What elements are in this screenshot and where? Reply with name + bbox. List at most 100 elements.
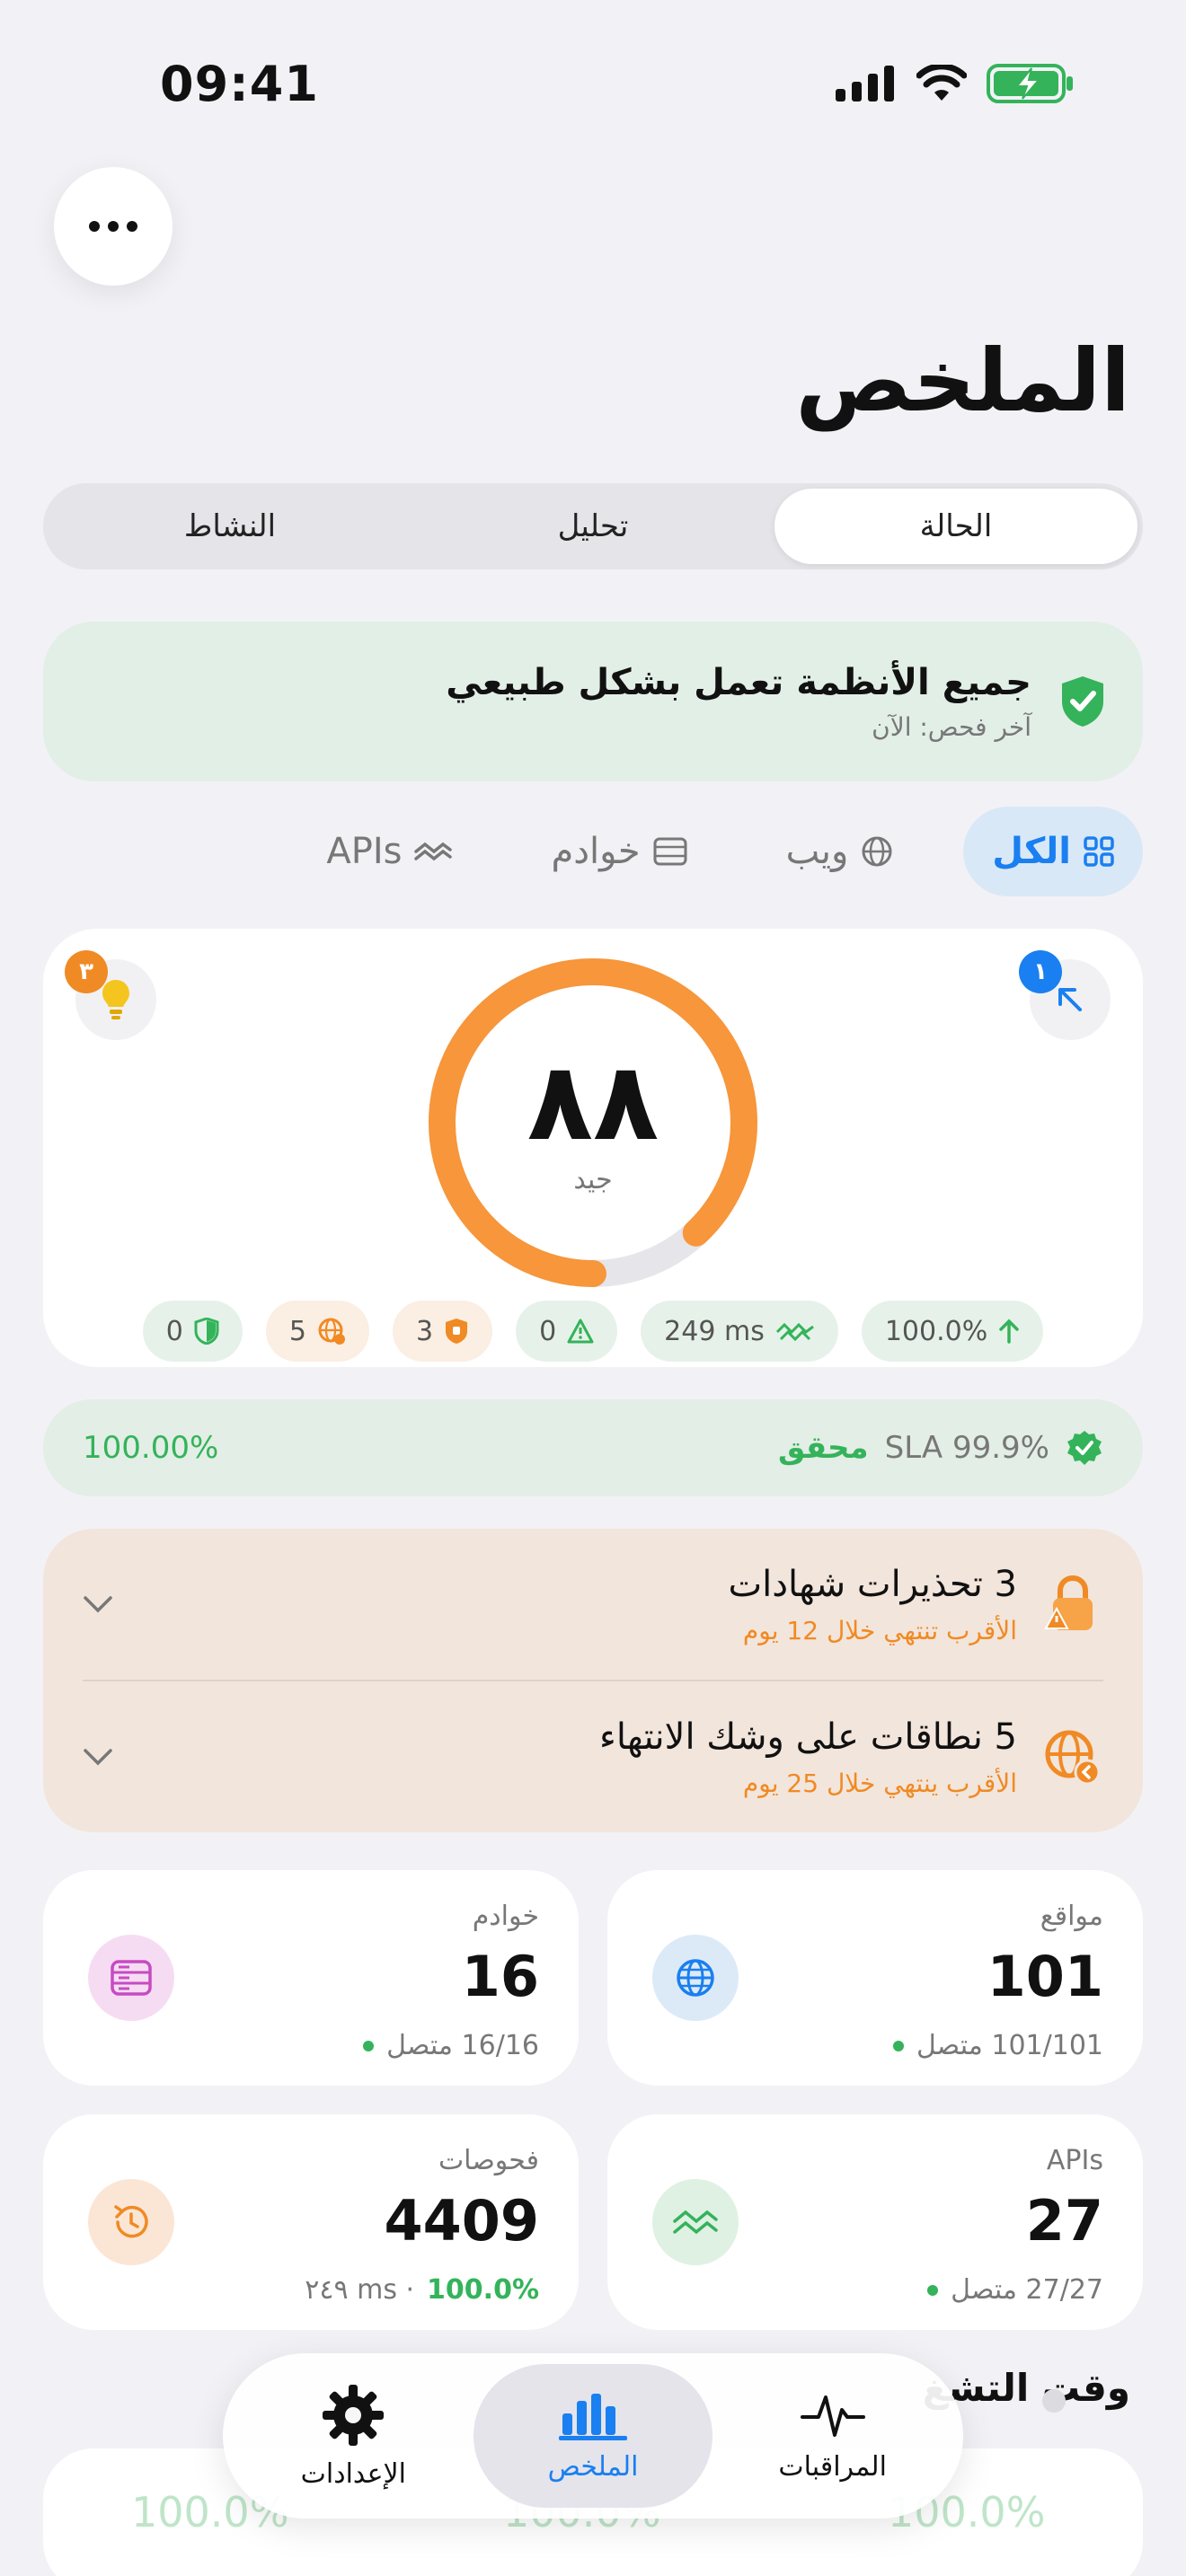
domain-warning-row[interactable]: 5 نطاقات على وشك الانتهاء الأقرب ينتهي خ…: [43, 1681, 1143, 1832]
chip-warnings-value: 0: [539, 1315, 557, 1347]
websites-icon-wrap: [652, 1935, 739, 2021]
arrow-up-left-icon: [1058, 988, 1082, 1011]
chip-uptime[interactable]: 100.0%: [861, 1301, 1044, 1362]
priority-count-badge: ١: [1019, 950, 1062, 993]
chip-response-time[interactable]: 249 ms: [641, 1301, 838, 1362]
segment-analysis[interactable]: تحليل: [412, 489, 774, 564]
domain-warning-subtitle: الأقرب ينتهي خلال 25 يوم: [742, 1768, 1017, 1798]
chip-security[interactable]: 0: [142, 1301, 243, 1362]
wifi-icon: [916, 65, 967, 101]
domain-warning-title: 5 نطاقات على وشك الانتهاء: [599, 1716, 1017, 1758]
tab-monitors[interactable]: المراقبات: [712, 2364, 952, 2508]
certificate-warning-title: 3 تحذيرات شهادات: [728, 1563, 1017, 1605]
servers-label: خوادم: [472, 1901, 539, 1932]
checks-label: فحوصات: [438, 2145, 539, 2176]
verified-badge-icon: [1067, 1431, 1102, 1465]
warning-icon: [567, 1319, 594, 1344]
websites-stat-card[interactable]: مواقع 101 101/101 متصل: [607, 1870, 1143, 2086]
servers-online: 16/16 متصل: [363, 2030, 539, 2061]
apis-online-text: 27/27 متصل: [951, 2274, 1103, 2306]
segment-status[interactable]: الحالة: [774, 489, 1137, 564]
servers-online-text: 16/16 متصل: [386, 2030, 539, 2061]
apis-online: 27/27 متصل: [927, 2274, 1103, 2306]
filter-all[interactable]: الكل: [963, 807, 1143, 896]
bottom-tab-bar: المراقبات الملخص الإعدادات: [223, 2353, 963, 2519]
apis-count: 27: [1025, 2188, 1103, 2254]
status-icons: [836, 63, 1075, 104]
metric-chips: 100.0% 249 ms 0 3 5 0: [0, 1301, 1186, 1362]
server-icon: [111, 1960, 152, 1996]
chip-response-value: 249 ms: [664, 1315, 765, 1347]
more-menu-button[interactable]: [54, 167, 173, 286]
battery-charging-icon: [987, 64, 1073, 103]
checks-count: 4409: [384, 2188, 539, 2254]
signal-icon: [836, 66, 894, 101]
health-score-label: جيد: [573, 1164, 613, 1195]
uptime-indicator-dot: [1042, 2389, 1066, 2413]
banner-title: جميع الأنظمة تعمل بشكل طبيعي: [446, 661, 1031, 703]
filter-apis-label: APIs: [326, 831, 403, 872]
lightbulb-icon: [102, 980, 129, 1019]
apis-stat-card[interactable]: APIs 27 27/27 متصل: [607, 2114, 1143, 2330]
checks-icon-wrap: [88, 2179, 174, 2265]
websites-online: 101/101 متصل: [892, 2030, 1103, 2061]
filter-servers[interactable]: خوادم: [522, 807, 715, 896]
certificate-warning-row[interactable]: 3 تحذيرات شهادات الأقرب تنتهي خلال 12 يو…: [43, 1529, 1143, 1680]
more-dots-icon: [89, 221, 100, 232]
more-dot: [127, 221, 137, 232]
filter-servers-label: خوادم: [551, 831, 641, 872]
bar-chart-icon: [559, 2393, 627, 2440]
chip-security-value: 0: [165, 1315, 183, 1347]
grid-icon: [1084, 836, 1114, 867]
certificate-warning-subtitle: الأقرب تنتهي خلال 12 يوم: [742, 1615, 1017, 1645]
filter-web[interactable]: ويب: [757, 807, 923, 896]
tips-count-badge: ٣: [65, 950, 108, 993]
checks-summary: 100.0% ٢٤٩ ms ·: [305, 2274, 539, 2306]
servers-icon-wrap: [88, 1935, 174, 2021]
checks-avg-time: ٢٤٩ ms ·: [305, 2274, 415, 2306]
online-dot: [927, 2284, 939, 2296]
tab-summary[interactable]: الملخص: [473, 2364, 713, 2508]
filter-apis[interactable]: APIs: [297, 807, 481, 896]
api-wave-icon: [414, 842, 453, 861]
checks-success-rate: 100.0%: [427, 2274, 539, 2306]
chip-domains[interactable]: 5: [265, 1301, 369, 1362]
online-dot: [892, 2040, 904, 2051]
warnings-card: 3 تحذيرات شهادات الأقرب تنتهي خلال 12 يو…: [43, 1529, 1143, 1832]
apis-label: APIs: [1046, 2145, 1103, 2176]
tab-settings-label: الإعدادات: [300, 2457, 407, 2490]
health-score-value: ٨٨: [527, 1040, 659, 1165]
tab-settings[interactable]: الإعدادات: [234, 2364, 474, 2508]
servers-stat-card[interactable]: خوادم 16 16/16 متصل: [43, 1870, 579, 2086]
page-title: الملخص: [795, 331, 1130, 431]
chevron-down-icon: [84, 1596, 112, 1613]
online-dot: [363, 2040, 375, 2051]
status-time: 09:41: [160, 56, 319, 112]
globe-icon: [862, 836, 892, 867]
api-wave-icon: [673, 2210, 718, 2235]
more-dot: [108, 221, 119, 232]
banner-subtitle: آخر فحص: الآن: [872, 711, 1031, 742]
tab-summary-label: الملخص: [547, 2450, 639, 2483]
filter-web-label: ويب: [785, 831, 849, 872]
apis-icon-wrap: [652, 2179, 739, 2265]
websites-label: مواقع: [1040, 1901, 1103, 1932]
checks-stat-card[interactable]: فحوصات 4409 100.0% ٢٤٩ ms ·: [43, 2114, 579, 2330]
chip-uptime-value: 100.0%: [884, 1315, 988, 1347]
sla-status-group: SLA 99.9% محقق: [778, 1429, 1103, 1467]
chevron-down-icon: [84, 1749, 112, 1766]
arrow-up-icon: [999, 1319, 1019, 1344]
heartbeat-icon: [800, 2395, 865, 2437]
sla-bar[interactable]: SLA 99.9% محقق 100.00%: [43, 1399, 1143, 1496]
chip-certificates[interactable]: 3: [392, 1301, 493, 1362]
lock-warning-icon: [1044, 1575, 1093, 1630]
globe-expiry-icon: [1045, 1730, 1101, 1786]
segment-activity[interactable]: النشاط: [49, 489, 412, 564]
chip-warnings[interactable]: 0: [516, 1301, 618, 1362]
shield-icon: [194, 1318, 219, 1345]
sla-status: محقق: [777, 1430, 869, 1466]
filter-all-label: الكل: [992, 831, 1071, 872]
sla-label: SLA 99.9%: [884, 1430, 1049, 1466]
server-icon: [653, 837, 687, 866]
shield-cert-icon: [446, 1319, 468, 1344]
